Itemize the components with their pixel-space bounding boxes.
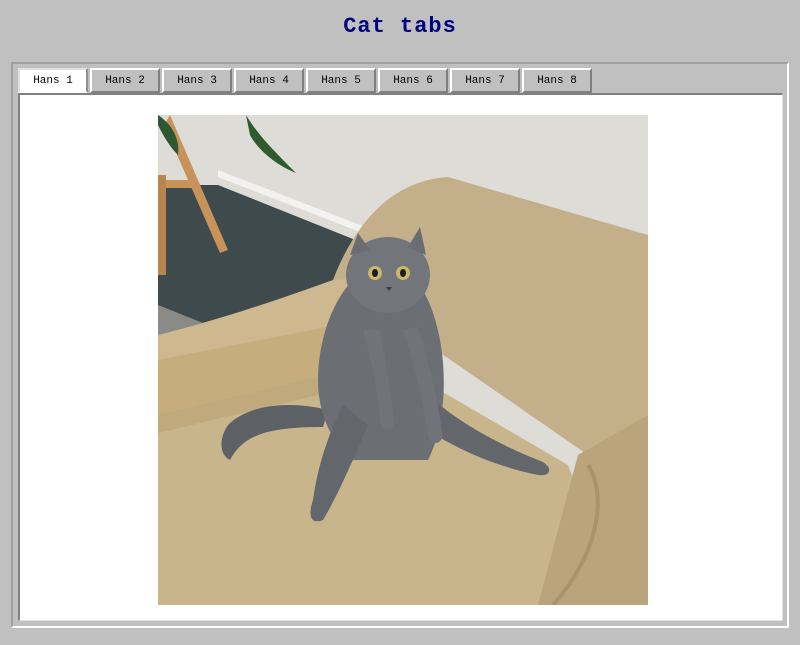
- cat-photo: [158, 115, 648, 605]
- tab-container: Hans 1 Hans 2 Hans 3 Hans 4 Hans 5 Hans …: [11, 62, 789, 628]
- page-title: Cat tabs: [343, 14, 457, 39]
- tab-hans-3[interactable]: Hans 3: [162, 68, 232, 93]
- tab-hans-2[interactable]: Hans 2: [90, 68, 160, 93]
- tab-hans-1[interactable]: Hans 1: [18, 68, 88, 93]
- tab-hans-4[interactable]: Hans 4: [234, 68, 304, 93]
- tab-hans-7[interactable]: Hans 7: [450, 68, 520, 93]
- tab-hans-6[interactable]: Hans 6: [378, 68, 448, 93]
- tab-hans-8[interactable]: Hans 8: [522, 68, 592, 93]
- tab-strip: Hans 1 Hans 2 Hans 3 Hans 4 Hans 5 Hans …: [18, 68, 594, 93]
- tab-hans-5[interactable]: Hans 5: [306, 68, 376, 93]
- tab-panel: [18, 93, 783, 621]
